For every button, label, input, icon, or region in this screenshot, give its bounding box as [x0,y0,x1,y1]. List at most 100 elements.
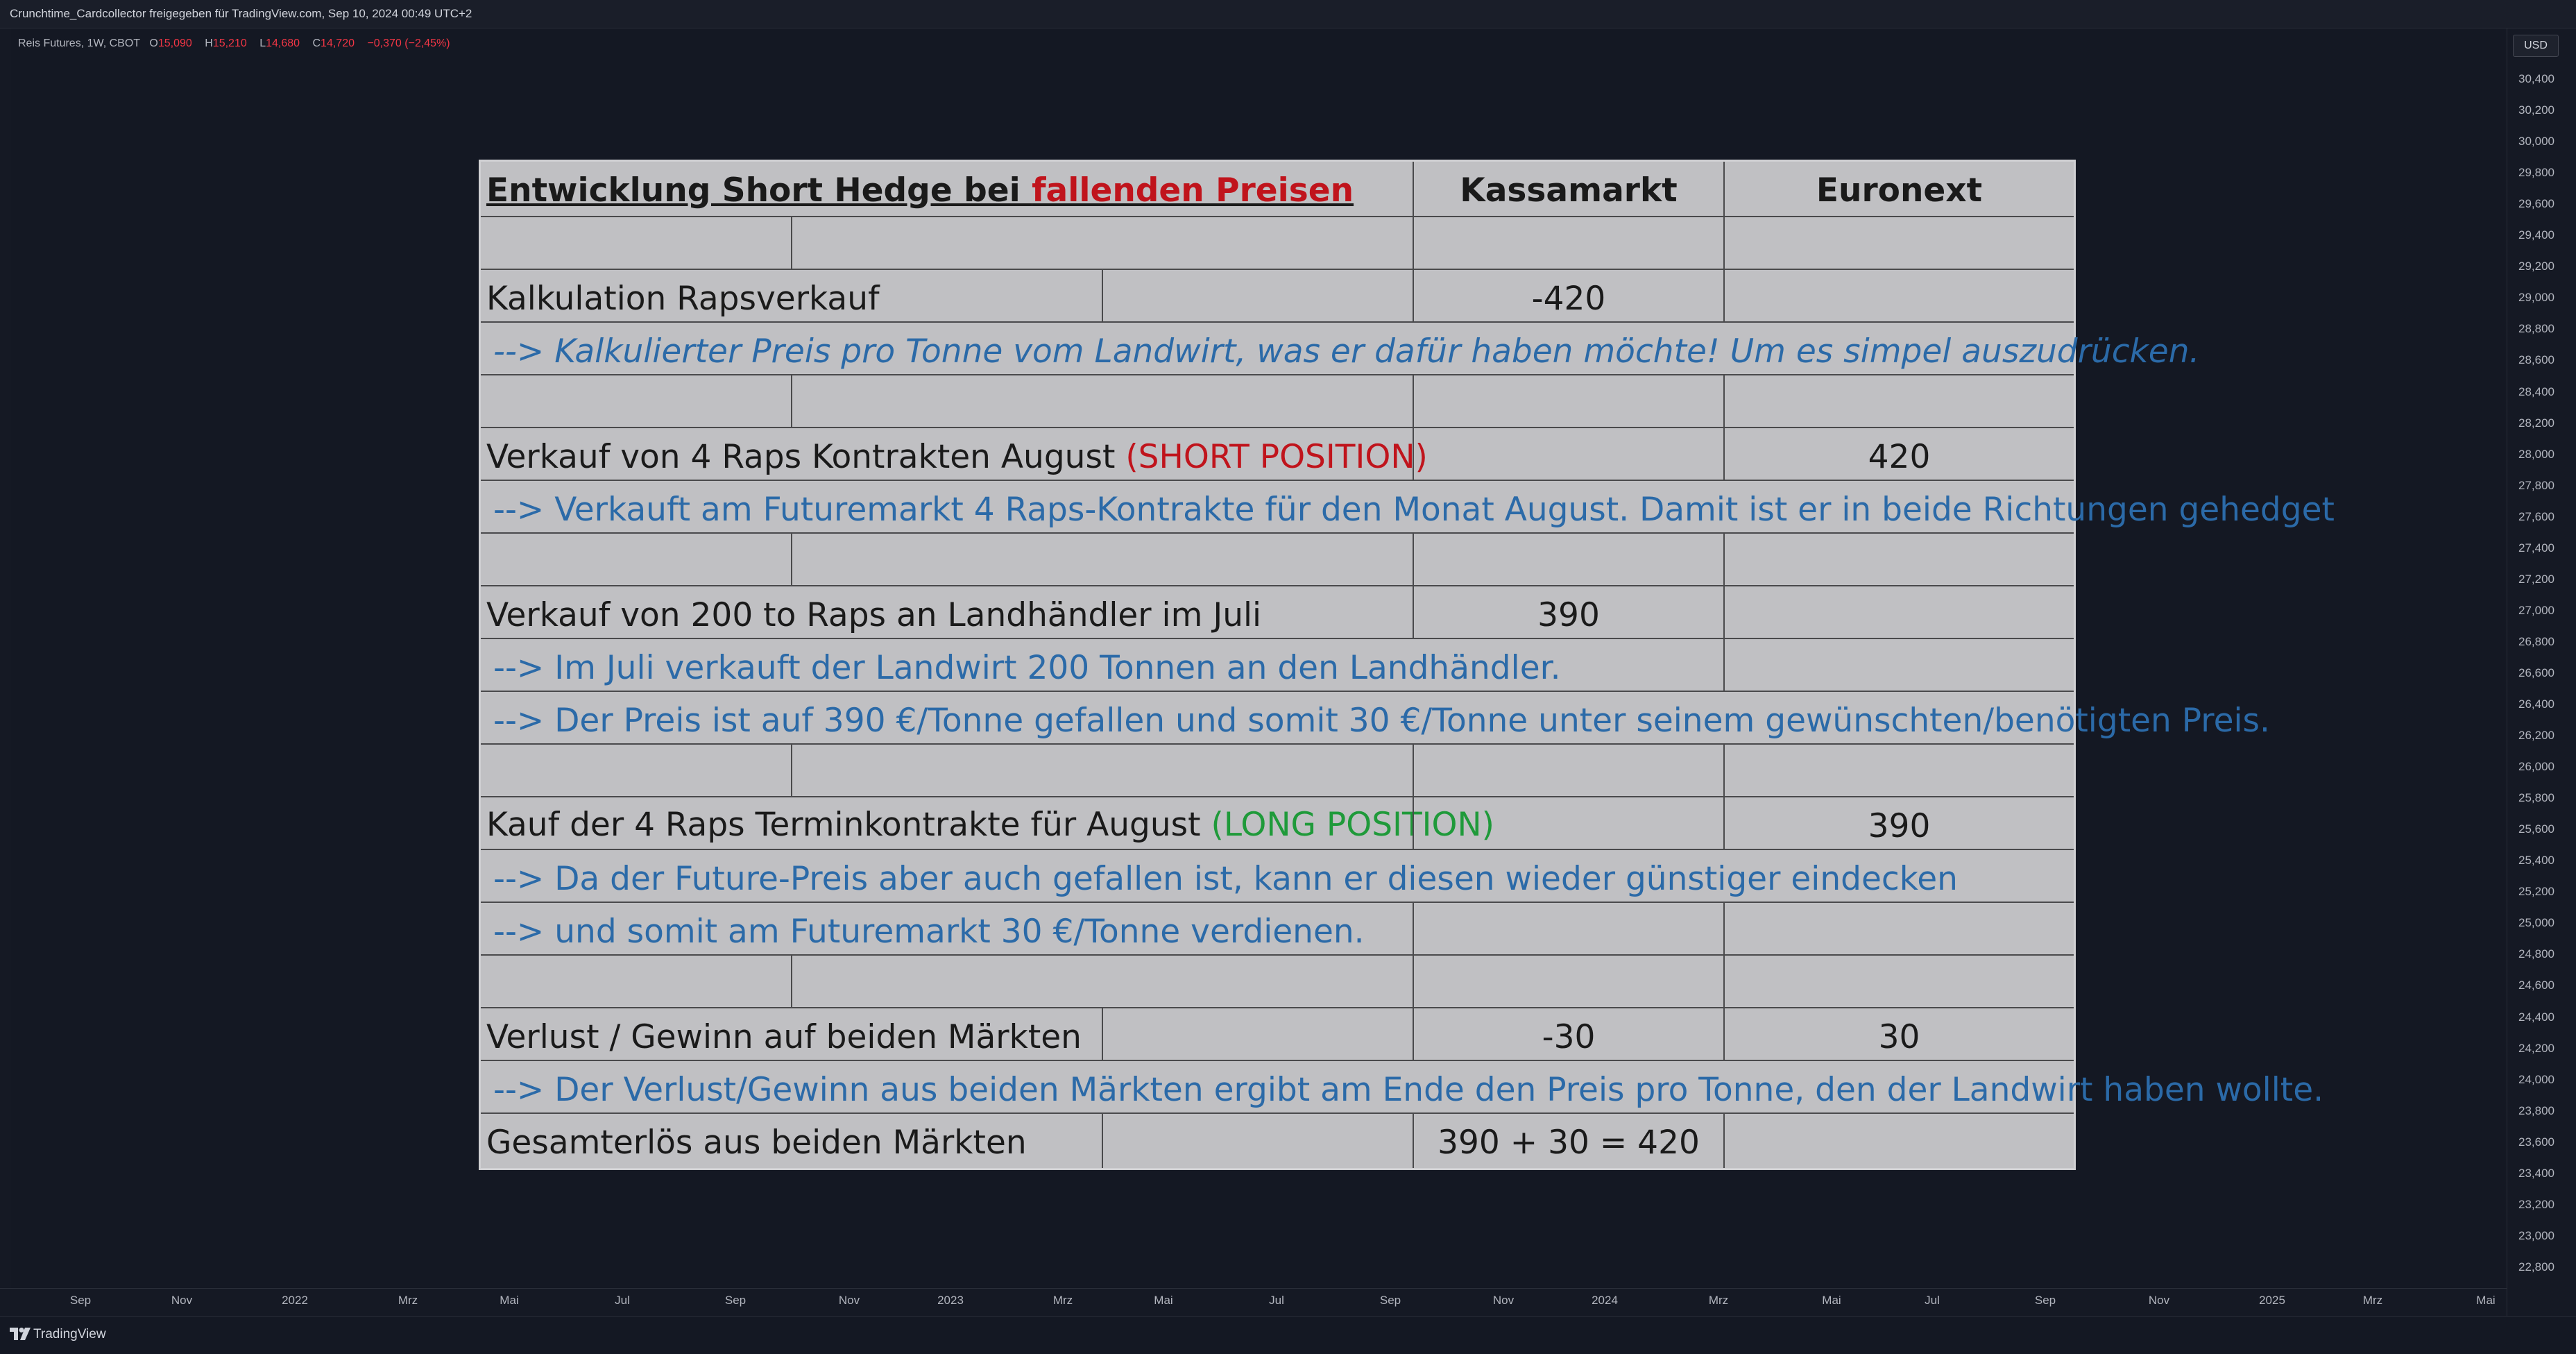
grid-line [1723,797,1725,850]
price-tick-label: 25,200 [2518,885,2554,899]
grid-line [1413,217,1414,270]
time-tick-label: Mrz [398,1294,418,1307]
price-tick-label: 29,200 [2518,260,2554,273]
time-tick-label: Sep [724,1294,747,1307]
price-tick-label: 27,200 [2518,572,2554,586]
row-label: Verkauf von 4 Raps Kontrakten August (SH… [486,438,1428,476]
grid-line [1413,162,1414,217]
table-row [481,745,2074,797]
price-tick-label: 25,600 [2518,822,2554,836]
grid-line [791,534,792,586]
grid-line [1413,745,1414,797]
share-caption: Crunchtime_Cardcollector freigegeben für… [10,7,472,20]
price-tick-label: 26,800 [2518,634,2554,648]
table-header-row: Entwicklung Short Hedge bei fallenden Pr… [481,162,2074,217]
grid-line [1723,375,1725,428]
time-tick-label: Mrz [1052,1294,1073,1307]
currency-button[interactable]: USD [2513,35,2559,57]
price-tick-label: 28,400 [2518,384,2554,398]
table-row: --> Verkauft am Futuremarkt 4 Raps-Kontr… [481,481,2335,534]
table-row: Gesamterlös aus beiden Märkten 390 + 30 … [481,1114,2074,1168]
footer-bar [0,1316,2576,1354]
price-tick-label: 29,600 [2518,197,2554,211]
symbol-legend: Reis Futures, 1W, CBOT O15,090 H15,210 L… [18,37,450,50]
table-row: --> Der Preis ist auf 390 €/Tonne gefall… [481,692,2270,745]
price-tick-label: 28,600 [2518,353,2554,367]
price-tick-label: 22,800 [2518,1260,2554,1273]
table-row: Verkauf von 4 Raps Kontrakten August (SH… [481,428,2074,481]
kassa-value: -30 [1542,1018,1596,1056]
price-tick-label: 27,800 [2518,478,2554,492]
euronext-value: 390 [1868,807,1931,845]
price-tick-label: 27,400 [2518,541,2554,555]
table-title-part1: Entwicklung Short Hedge bei [486,171,1032,210]
table-row: --> Da der Future-Preis aber auch gefall… [481,850,2074,903]
high-label: H [205,37,213,49]
row-label: Kalkulation Rapsverkauf [486,280,880,318]
table-row: --> Im Juli verkauft der Landwirt 200 To… [481,639,2074,692]
grid-line [791,745,792,797]
long-position-tag: (LONG POSITION) [1211,806,1494,844]
price-tick-label: 24,000 [2518,1072,2554,1086]
time-tick-label: 2025 [2259,1294,2285,1307]
time-tick-label: Nov [838,1294,860,1307]
grid-line [1413,903,1414,956]
grid-line [1102,270,1103,323]
grid-line [1413,586,1414,639]
price-tick-label: 28,200 [2518,416,2554,430]
grid-line [1413,956,1414,1008]
euronext-value: 420 [1868,438,1931,476]
grid-line [791,956,792,1008]
row-note: --> Verkauft am Futuremarkt 4 Raps-Kontr… [493,491,2335,529]
row-label: Gesamterlös aus beiden Märkten [486,1124,1027,1162]
open-label: O [149,37,158,49]
row-note: --> Da der Future-Preis aber auch gefall… [493,860,1958,898]
table-row [481,956,2074,1008]
grid-line [1723,270,1725,323]
row-note: --> Der Preis ist auf 390 €/Tonne gefall… [493,702,2270,740]
grid-line [1723,1008,1725,1061]
price-tick-label: 26,200 [2518,729,2554,743]
price-tick-label: 29,000 [2518,291,2554,305]
tradingview-brand[interactable]: TradingView [33,1327,106,1342]
row-note: --> Der Verlust/Gewinn aus beiden Märkte… [493,1071,2324,1109]
grid-line [1413,1008,1414,1061]
time-tick-label: Nov [1492,1294,1515,1307]
time-tick-label: Nov [171,1294,193,1307]
grid-line [1102,1114,1103,1168]
grid-line [1723,428,1725,481]
time-tick-label: Jul [1925,1294,1940,1307]
grid-line [1413,1114,1414,1168]
change-value: −0,370 (−2,45%) [367,37,450,49]
price-tick-label: 24,200 [2518,1041,2554,1055]
price-tick-label: 28,000 [2518,447,2554,461]
table-title-highlight: fallenden Preisen [1032,171,1354,210]
grid-line [791,217,792,270]
price-tick-label: 24,800 [2518,947,2554,961]
grid-line [1413,428,1414,481]
row-note: --> Kalkulierter Preis pro Tonne vom Lan… [493,332,2200,371]
table-row: --> Kalkulierter Preis pro Tonne vom Lan… [481,323,2199,375]
grid-line [1723,586,1725,639]
grid-line [1413,534,1414,586]
table-row: Kalkulation Rapsverkauf -420 [481,270,2074,323]
column-header-kassamarkt: Kassamarkt [1460,171,1678,210]
price-tick-label: 26,400 [2518,697,2554,711]
symbol-name[interactable]: Reis Futures, 1W, CBOT [18,37,140,49]
hedge-table-image: Entwicklung Short Hedge bei fallenden Pr… [479,160,2335,1170]
column-header-euronext: Euronext [1816,171,1983,210]
kassa-value: 390 [1537,596,1600,634]
grid-line [1723,534,1725,586]
price-tick-label: 26,600 [2518,666,2554,679]
price-tick-label: 23,200 [2518,1197,2554,1211]
time-tick-label: Mai [1822,1294,1841,1307]
tradingview-logo-icon[interactable] [10,1328,31,1340]
short-position-tag: (SHORT POSITION) [1125,438,1428,476]
price-tick-label: 25,000 [2518,916,2554,930]
price-tick-label: 30,200 [2518,103,2554,117]
table-row: Verkauf von 200 to Raps an Landhändler i… [481,586,2074,639]
time-axis[interactable] [0,1288,2507,1317]
grid-line [1102,1008,1103,1061]
open-value: 15,090 [157,37,192,49]
grid-line [1723,217,1725,270]
